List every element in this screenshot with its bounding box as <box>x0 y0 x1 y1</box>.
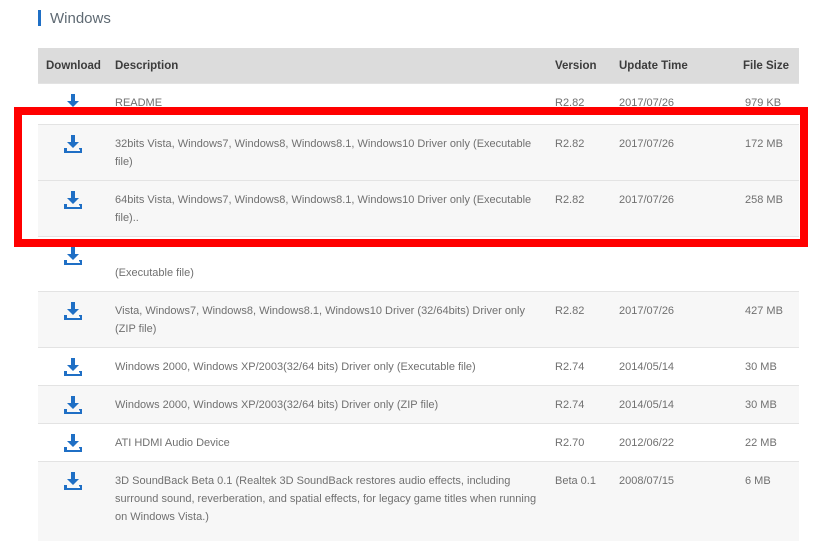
row-date: 2012/06/22 <box>619 437 675 449</box>
table-header: Download Description Version Update Time… <box>38 48 799 83</box>
row-size <box>737 237 799 247</box>
download-icon[interactable] <box>63 301 83 321</box>
section-marker <box>38 10 41 26</box>
table-row: 3D SoundBack Beta 0.1 (Realtek 3D SoundB… <box>38 461 799 541</box>
download-icon[interactable] <box>63 395 83 415</box>
header-version: Version <box>555 59 597 72</box>
row-size: 6 MB <box>745 475 771 487</box>
row-description: Windows 2000, Windows XP/2003(32/64 bits… <box>115 399 439 411</box>
row-version <box>547 237 611 247</box>
row-version: R2.82 <box>555 305 585 317</box>
download-icon[interactable] <box>63 134 83 154</box>
row-version: R2.74 <box>555 399 585 411</box>
download-cell <box>38 424 107 453</box>
row-description: ATI HDMI Audio Device <box>115 437 230 449</box>
download-cell <box>38 462 107 491</box>
row-date: 2017/07/26 <box>619 305 675 317</box>
row-version: R2.82 <box>555 138 585 150</box>
download-icon[interactable] <box>63 433 83 453</box>
row-description: 32bits Vista, Windows7, Windows8, Window… <box>115 138 532 168</box>
download-cell <box>38 181 107 210</box>
downloads-table: Download Description Version Update Time… <box>38 48 799 541</box>
download-icon[interactable] <box>63 357 83 377</box>
row-size: 30 MB <box>745 361 777 373</box>
download-icon[interactable] <box>63 190 83 210</box>
table-row: 64bits Vista, Windows7, Windows8, Window… <box>38 180 799 236</box>
download-cell <box>38 237 107 266</box>
download-cell <box>38 386 107 415</box>
row-version: Beta 0.1 <box>555 475 596 487</box>
row-description: Windows 2000, Windows XP/2003(32/64 bits… <box>115 361 476 373</box>
row-size: 258 MB <box>745 194 783 206</box>
table-row: Windows 2000, Windows XP/2003(32/64 bits… <box>38 347 799 385</box>
row-size: 30 MB <box>745 399 777 411</box>
download-icon[interactable] <box>63 471 83 491</box>
row-date: 2017/07/26 <box>619 138 675 150</box>
row-version: R2.70 <box>555 437 585 449</box>
download-icon[interactable] <box>63 246 83 266</box>
table-row: (Executable file) <box>38 236 799 291</box>
header-download: Download <box>46 59 101 72</box>
header-description: Description <box>115 59 179 72</box>
row-date: 2017/07/26 <box>619 97 675 109</box>
row-date <box>611 237 737 247</box>
row-size: 979 KB <box>745 97 782 109</box>
row-version: R2.82 <box>555 97 585 109</box>
row-description: 3D SoundBack Beta 0.1 (Realtek 3D SoundB… <box>115 475 537 523</box>
section-title: Windows <box>38 8 111 28</box>
row-description: README <box>115 97 163 109</box>
download-cell <box>38 348 107 377</box>
row-date: 2014/05/14 <box>619 399 675 411</box>
download-cell <box>38 292 107 321</box>
row-size: 22 MB <box>745 437 777 449</box>
row-description: (Executable file) <box>115 267 194 279</box>
row-description: 64bits Vista, Windows7, Windows8, Window… <box>115 194 532 224</box>
row-date: 2014/05/14 <box>619 361 675 373</box>
row-version: R2.74 <box>555 361 585 373</box>
row-date: 2008/07/15 <box>619 475 675 487</box>
table-row: 32bits Vista, Windows7, Windows8, Window… <box>38 124 799 180</box>
header-file-size: File Size <box>743 59 790 72</box>
table-row: Vista, Windows7, Windows8, Windows8.1, W… <box>38 291 799 347</box>
row-date: 2017/07/26 <box>619 194 675 206</box>
section-title-text: Windows <box>50 9 111 27</box>
table-row: ATI HDMI Audio Device R2.70 2012/06/22 2… <box>38 423 799 461</box>
row-size: 172 MB <box>745 138 783 150</box>
row-description: Vista, Windows7, Windows8, Windows8.1, W… <box>115 305 525 335</box>
download-cell <box>38 125 107 154</box>
table-row: Windows 2000, Windows XP/2003(32/64 bits… <box>38 385 799 423</box>
row-size: 427 MB <box>745 305 783 317</box>
header-update-time: Update Time <box>619 59 688 72</box>
row-version: R2.82 <box>555 194 585 206</box>
